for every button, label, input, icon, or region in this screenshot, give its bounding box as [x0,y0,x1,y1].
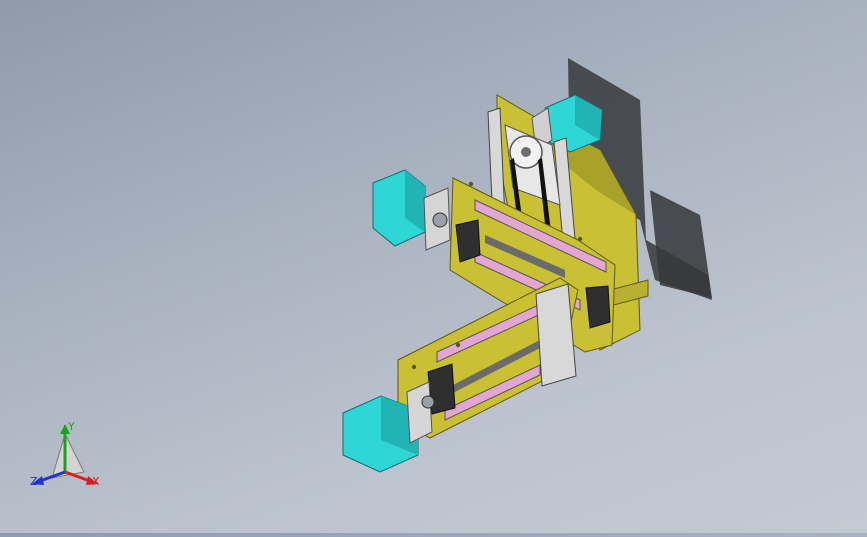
upper-end-block-right [585,285,611,329]
plate-hole [411,364,417,370]
triad-graphic: Y X Z [30,420,100,488]
plate-hole [468,181,474,187]
upper-end-block [455,219,481,263]
plate-hole [577,236,583,242]
lower-motor-flange [406,381,433,444]
pulley-hub [521,147,531,157]
plate-hole [455,342,461,348]
side-motor-coupler [432,212,448,228]
triad-x-label: X [92,475,100,488]
triad-y-label: Y [67,420,75,433]
triad-z-label: Z [30,475,38,488]
model-shadow-lower [650,190,712,298]
3d-viewport[interactable] [0,0,867,533]
assembly-model[interactable] [0,0,867,533]
view-orientation-triad: Y X Z [22,418,112,498]
lower-motor-coupler [421,395,435,409]
triad-cone [51,432,85,479]
